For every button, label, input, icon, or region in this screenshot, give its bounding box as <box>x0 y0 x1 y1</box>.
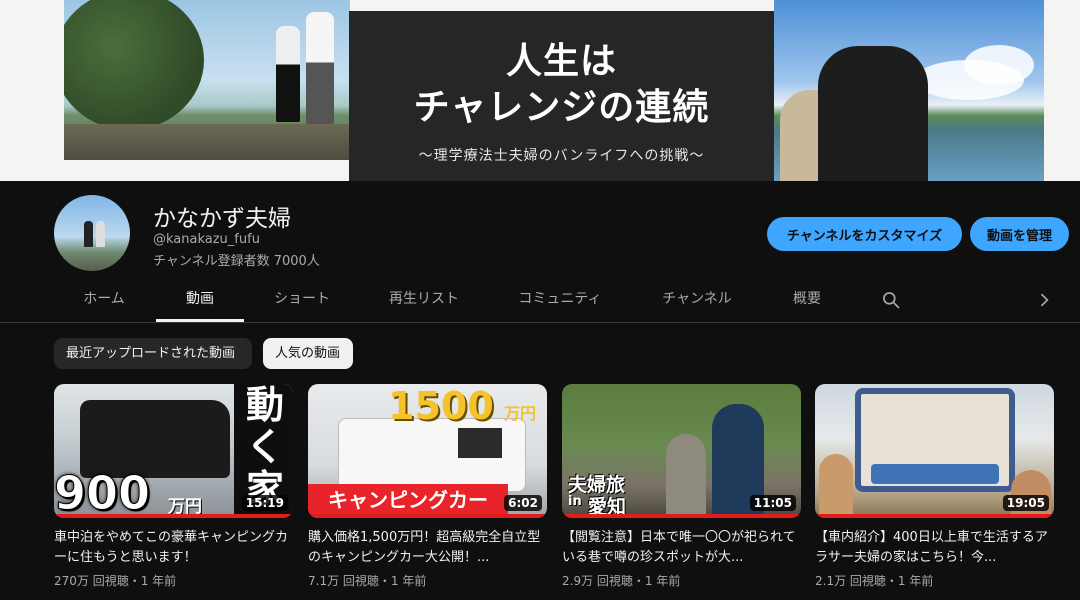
banner-title-card: 人生は チャレンジの連続 〜理学療法士夫婦のバンライフへの挑戦〜 <box>349 11 774 181</box>
tab-channels[interactable]: チャンネル <box>648 278 746 322</box>
stone-pillar-shape <box>666 434 706 518</box>
banner-photo-left <box>64 0 350 160</box>
tab-home[interactable]: ホーム <box>62 278 146 322</box>
avatar-figure <box>84 221 93 247</box>
wall-shape <box>64 124 350 160</box>
person-silhouette <box>306 12 334 124</box>
video-meta: 2.1万 回視聴・1 年前 <box>815 574 934 588</box>
video-meta: 2.9万 回視聴・1 年前 <box>562 574 681 588</box>
chevron-right-icon[interactable] <box>1034 290 1054 310</box>
truck-window-shape <box>458 428 502 458</box>
search-icon[interactable] <box>881 290 901 310</box>
banner-title-line2: チャレンジの連続 <box>413 87 710 128</box>
video-duration: 15:19 <box>241 495 288 511</box>
overlay-unit: in <box>568 494 582 509</box>
banner-subtitle: 〜理学療法士夫婦のバンライフへの挑戦〜 <box>418 148 705 164</box>
filter-recent-chip[interactable]: 最近アップロードされた動画 <box>54 338 252 369</box>
van-seat-shape <box>871 464 999 484</box>
cloud-shape <box>964 45 1034 85</box>
watch-progress-bar <box>54 514 293 518</box>
video-duration: 11:05 <box>749 495 796 511</box>
tab-shorts[interactable]: ショート <box>258 278 346 322</box>
video-title[interactable]: 【閲覧注意】日本で唯一〇〇が祀られている巷で噂の珍スポットが大... <box>562 528 801 568</box>
watch-progress-bar <box>562 514 801 518</box>
watch-progress-bar <box>308 514 547 518</box>
person-silhouette <box>819 454 853 518</box>
tab-playlists[interactable]: 再生リスト <box>374 278 474 322</box>
video-card[interactable]: 1500 万円 キャンピングカー 6:02 購入価格1,500万円！超高級完全自… <box>308 384 547 589</box>
overlay-unit: 万円 <box>504 404 537 423</box>
banner-title-line1: 人生は <box>505 41 617 82</box>
video-thumbnail[interactable]: 900 万円 動く家 15:19 <box>54 384 293 518</box>
video-thumbnail[interactable]: 1500 万円 キャンピングカー 6:02 <box>308 384 547 518</box>
video-thumbnail[interactable]: 夫婦旅 in 愛知 11:05 <box>562 384 801 518</box>
overlay-side-text: キャンピングカー <box>308 484 508 516</box>
filter-popular-chip[interactable]: 人気の動画 <box>263 338 353 369</box>
banner-photo-right <box>774 0 1044 181</box>
channel-banner: 人生は チャレンジの連続 〜理学療法士夫婦のバンライフへの挑戦〜 <box>0 0 1080 181</box>
tree-shape <box>64 0 204 130</box>
watch-progress-bar <box>815 514 1054 518</box>
video-card[interactable]: 900 万円 動く家 15:19 車中泊をやめてこの豪華キャンピングカーに住もう… <box>54 384 293 589</box>
video-title[interactable]: 購入価格1,500万円！超高級完全自立型のキャンピングカー大公開！... <box>308 528 547 568</box>
channel-tabs: ホーム 動画 ショート 再生リスト コミュニティ チャンネル 概要 <box>0 278 1080 323</box>
person-silhouette <box>276 26 300 122</box>
tab-about[interactable]: 概要 <box>772 278 842 322</box>
video-title[interactable]: 【車内紹介】400日以上車で生活するアラサー夫婦の家はこちら！今... <box>815 528 1054 568</box>
video-card[interactable]: 19:05 【車内紹介】400日以上車で生活するアラサー夫婦の家はこちら！今..… <box>815 384 1054 589</box>
overlay-side-text: 動く家 <box>245 384 284 511</box>
video-card[interactable]: 夫婦旅 in 愛知 11:05 【閲覧注意】日本で唯一〇〇が祀られている巷で噂の… <box>562 384 801 589</box>
subscriber-count: チャンネル登録者数 7000人 <box>153 254 320 269</box>
channel-avatar[interactable] <box>54 195 130 271</box>
video-title[interactable]: 車中泊をやめてこの豪華キャンピングカーに住もうと思います！ <box>54 528 293 568</box>
person-silhouette <box>818 46 928 181</box>
tab-videos[interactable]: 動画 <box>156 278 244 322</box>
manage-videos-button[interactable]: 動画を管理 <box>970 217 1069 251</box>
avatar-figure <box>96 221 105 247</box>
tab-community[interactable]: コミュニティ <box>504 278 616 322</box>
channel-handle: @kanakazu_fufu <box>153 232 260 247</box>
customize-channel-button[interactable]: チャンネルをカスタマイズ <box>767 217 962 251</box>
video-duration: 19:05 <box>1002 495 1049 511</box>
overlay-price: 1500 <box>388 384 494 428</box>
channel-name: かなかず夫婦 <box>153 206 291 232</box>
video-meta: 270万 回視聴・1 年前 <box>54 574 177 588</box>
video-thumbnail[interactable]: 19:05 <box>815 384 1054 518</box>
video-meta: 7.1万 回視聴・1 年前 <box>308 574 427 588</box>
video-duration: 6:02 <box>504 495 542 511</box>
overlay-price: 900 <box>54 466 151 519</box>
